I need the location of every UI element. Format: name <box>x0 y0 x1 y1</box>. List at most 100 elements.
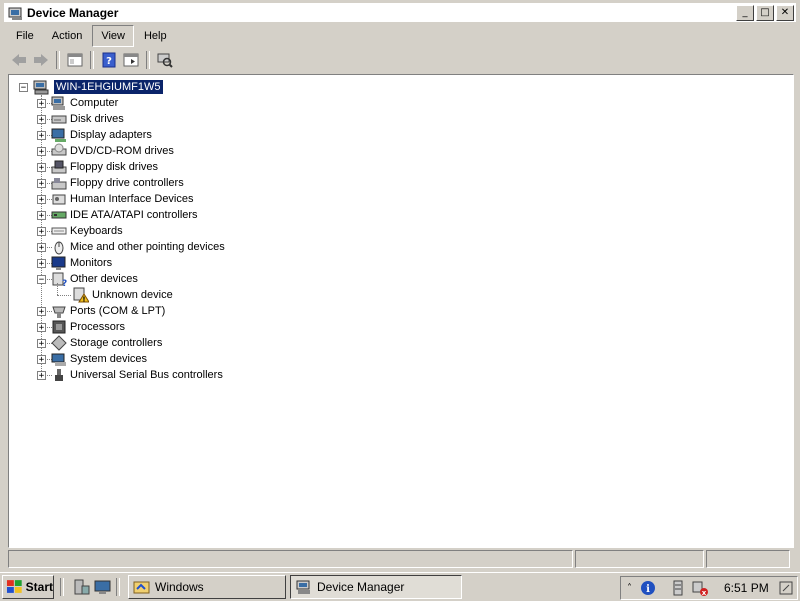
system-tray: ˄ i x 6:51 PM <box>620 576 798 600</box>
action-center-icon[interactable] <box>779 581 793 595</box>
server-manager-quicklaunch-icon[interactable] <box>72 578 90 596</box>
tree-category[interactable]: + Floppy disk drives <box>37 159 158 175</box>
tree-category[interactable]: + Human Interface Devices <box>37 191 194 207</box>
show-hide-tree-button[interactable] <box>120 50 142 70</box>
display-adapter-icon <box>51 128 66 142</box>
tree-category[interactable]: + Keyboards <box>37 223 123 239</box>
tree-category-label: Storage controllers <box>70 337 163 349</box>
network-warning-icon[interactable]: x <box>692 580 708 596</box>
expand-expander[interactable]: + <box>37 114 46 124</box>
tree-category[interactable]: + Storage controllers <box>37 335 162 351</box>
tree-category-label: Monitors <box>70 257 113 269</box>
tree-category[interactable]: + Computer <box>37 95 118 111</box>
computer-icon <box>51 96 65 110</box>
toolbar-separator <box>90 51 94 69</box>
expand-expander[interactable]: + <box>37 194 46 204</box>
system-device-icon <box>51 353 66 366</box>
tree-category[interactable]: + Floppy drive controllers <box>37 175 184 191</box>
port-icon <box>52 306 66 318</box>
expand-expander[interactable]: + <box>37 178 46 188</box>
tray-expand-icon[interactable]: ˄ <box>627 583 632 594</box>
tree-root[interactable]: − WIN-1EHGIUMF1W5 <box>19 79 163 95</box>
show-desktop-icon[interactable] <box>94 578 112 596</box>
menu-action[interactable]: Action <box>44 26 91 46</box>
menu-help[interactable]: Help <box>136 26 175 46</box>
tree-category[interactable]: + Disk drives <box>37 111 124 127</box>
help-icon: ? <box>102 52 116 68</box>
scan-hardware-button[interactable] <box>154 50 176 70</box>
start-label: Start <box>25 580 53 594</box>
svg-text:i: i <box>646 584 650 595</box>
task-device-manager[interactable]: Device Manager <box>290 575 462 599</box>
menu-file[interactable]: File <box>8 26 42 46</box>
forward-button[interactable] <box>30 50 52 70</box>
expand-expander[interactable]: + <box>37 98 46 108</box>
tree-category[interactable]: −? Other devices <box>37 271 138 287</box>
title-bar[interactable]: Device Manager _ □ ✕ <box>4 3 796 22</box>
tree-category-label: Universal Serial Bus controllers <box>70 369 223 381</box>
expand-expander[interactable]: + <box>37 130 46 140</box>
window-title: Device Manager <box>27 5 119 20</box>
tree-child-label: Unknown device <box>92 289 173 301</box>
expand-expander[interactable]: + <box>37 242 46 252</box>
keyboard-icon <box>51 227 67 235</box>
tree-line <box>57 295 71 296</box>
tree-category-label: IDE ATA/ATAPI controllers <box>70 209 198 221</box>
expand-expander[interactable]: + <box>37 162 46 172</box>
tree-child-unknown-device[interactable]: ! Unknown device <box>73 287 173 303</box>
tree-category-label: Ports (COM & LPT) <box>70 305 166 317</box>
tree-category[interactable]: + System devices <box>37 351 147 367</box>
status-panel-main <box>8 550 573 568</box>
menu-view[interactable]: View <box>92 25 134 47</box>
clock[interactable]: 6:51 PM <box>724 581 769 595</box>
tree-category[interactable]: + Display adapters <box>37 127 152 143</box>
task-windows[interactable]: Windows <box>128 575 286 599</box>
expand-expander[interactable]: + <box>37 354 46 364</box>
task-windows-label: Windows <box>155 580 204 594</box>
tree-category[interactable]: + Monitors <box>37 255 112 271</box>
properties-pane-icon <box>67 53 83 67</box>
expand-expander[interactable]: + <box>37 210 46 220</box>
menu-bar: File Action View Help <box>8 25 792 47</box>
tree-category[interactable]: + Universal Serial Bus controllers <box>37 367 223 383</box>
svg-text:!: ! <box>82 296 85 304</box>
tree-category-label: Floppy disk drives <box>70 161 159 173</box>
minimize-button[interactable]: _ <box>736 4 754 21</box>
collapse-expander[interactable]: − <box>37 274 46 284</box>
expand-expander[interactable]: + <box>37 338 46 348</box>
tree-category[interactable]: + IDE ATA/ATAPI controllers <box>37 207 198 223</box>
tree-category[interactable]: + Mice and other pointing devices <box>37 239 225 255</box>
server-tray-icon[interactable] <box>670 580 686 596</box>
device-tree[interactable]: − WIN-1EHGIUMF1W5 + Computer + Disk drives +… <box>8 74 794 548</box>
expand-expander[interactable]: + <box>37 370 46 380</box>
hid-icon <box>52 194 66 205</box>
windows-logo-icon <box>6 580 22 593</box>
expand-expander[interactable]: + <box>37 258 46 268</box>
status-bar <box>8 550 792 568</box>
tree-category[interactable]: + Ports (COM & LPT) <box>37 303 165 319</box>
mouse-icon <box>54 241 64 255</box>
collapse-expander[interactable]: − <box>19 82 28 92</box>
toolbar-separator <box>146 51 150 69</box>
tree-category-label: Computer <box>70 97 119 109</box>
start-button[interactable]: Start <box>2 575 54 599</box>
tree-category-label: Mice and other pointing devices <box>70 241 225 253</box>
tree-category[interactable]: + Processors <box>37 319 125 335</box>
forward-icon <box>34 54 48 66</box>
help-button[interactable]: ? <box>98 50 120 70</box>
expand-expander[interactable]: + <box>37 226 46 236</box>
back-button[interactable] <box>8 50 30 70</box>
info-icon[interactable]: i <box>640 580 656 596</box>
close-button[interactable]: ✕ <box>776 4 794 21</box>
tree-category-label: Floppy drive controllers <box>70 177 184 189</box>
properties-pane-button[interactable] <box>64 50 86 70</box>
expand-expander[interactable]: + <box>37 322 46 332</box>
expand-expander[interactable]: + <box>37 306 46 316</box>
expand-expander[interactable]: + <box>37 146 46 156</box>
toolbar: ? <box>8 48 792 72</box>
show-hide-tree-icon <box>123 53 139 67</box>
device-manager-icon <box>296 580 310 594</box>
maximize-button[interactable]: □ <box>756 4 774 21</box>
tree-category-label: System devices <box>70 353 148 365</box>
tree-category[interactable]: + DVD/CD-ROM drives <box>37 143 174 159</box>
